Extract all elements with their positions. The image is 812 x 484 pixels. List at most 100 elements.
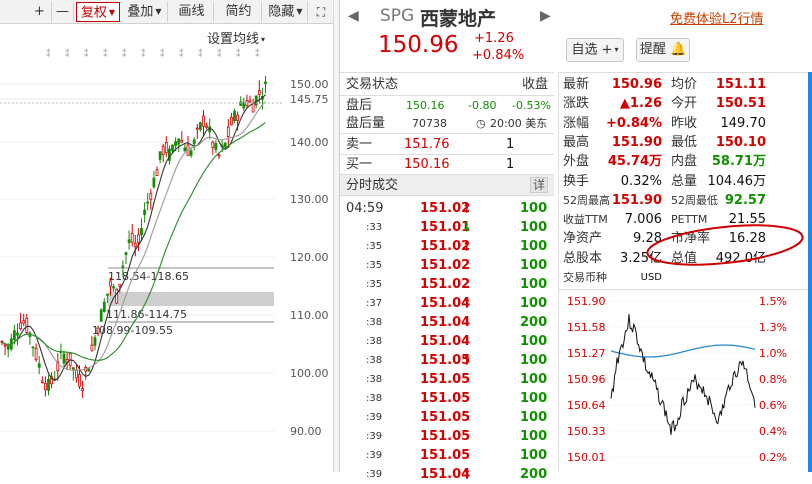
scrollbar[interactable] — [808, 72, 812, 472]
trade-time: :35 — [366, 279, 383, 290]
trade-status-value: 收盘 — [522, 77, 549, 92]
last-price: 150.96 — [378, 32, 459, 58]
price-change: +1.26 — [474, 31, 514, 46]
draw-line-button[interactable]: 画线 — [170, 2, 214, 22]
candle-body — [226, 126, 230, 137]
hide-label: 隐藏 — [268, 4, 295, 20]
candle-body — [174, 141, 178, 147]
trade-price: 151.05 — [420, 429, 471, 444]
next-stock-arrow[interactable]: ▶ — [540, 8, 551, 24]
quote-value: 150.51 — [715, 96, 766, 112]
prev-stock-arrow[interactable]: ◀ — [348, 8, 359, 24]
trade-row: :39 151.04 🠕 200 — [340, 465, 554, 484]
trade-time: :37 — [366, 298, 383, 309]
candle-body — [6, 345, 10, 350]
moving-average-line — [1, 94, 266, 382]
intraday-price-label: 150.64 — [567, 399, 606, 412]
add-watchlist-button[interactable]: 自选 + ▾ — [566, 38, 624, 62]
zoom-in-button[interactable]: + — [28, 2, 52, 22]
candle-body — [161, 145, 165, 155]
trade-time: :39 — [366, 431, 383, 442]
candle-body — [40, 380, 44, 383]
candle-body — [251, 103, 255, 113]
event-marker: ⁑ — [103, 48, 108, 60]
trade-time: :39 — [366, 450, 383, 461]
quote-value: 45.74万 — [607, 154, 662, 170]
intraday-price-label: 150.33 — [567, 425, 606, 438]
arrow-down-icon: 🠗 — [464, 220, 470, 235]
l2-trial-link[interactable]: 免费体验L2行情 — [670, 8, 764, 27]
intraday-price-label: 150.01 — [567, 451, 606, 464]
quote-label: 净资产 — [563, 231, 603, 247]
candle-body — [90, 344, 94, 351]
trades-header: 分时成交 详 — [340, 174, 554, 196]
price-axis-label: 120.00 — [290, 251, 329, 264]
adjust-dropdown[interactable]: 复权 ▼ — [76, 2, 120, 22]
quote-label: PETTM — [671, 213, 708, 227]
candle-body — [152, 177, 156, 188]
quote-label: 内盘 — [671, 154, 698, 170]
arrow-up-icon: 🠕 — [464, 353, 470, 368]
candle-body — [115, 288, 119, 304]
trade-volume: 200 — [520, 467, 548, 482]
bell-icon: 🔔 — [669, 42, 687, 57]
event-marker: ⁑ — [84, 48, 89, 60]
price-axis-label: 150.00 — [290, 78, 329, 91]
trades-detail-button[interactable]: 详 — [530, 177, 548, 193]
quote-value: 3.25亿 — [620, 250, 662, 266]
intraday-pct-label: 0.2% — [759, 451, 787, 464]
candle-body — [112, 286, 115, 289]
candle-body — [149, 193, 153, 200]
price-axis-label: 90.00 — [290, 425, 322, 438]
zoom-out-button[interactable]: — — [52, 2, 74, 22]
alert-label: 提醒 — [639, 42, 666, 57]
clock-icon: ◷ — [476, 117, 486, 130]
candle-body — [205, 125, 209, 128]
candle-body — [62, 353, 66, 364]
candle-body — [136, 234, 140, 243]
after-hours-time: 20:00 美东 — [490, 117, 548, 130]
trade-price: 151.05 — [420, 372, 471, 387]
after-hours-volume: 70738 — [412, 117, 447, 130]
bid1-label: 买一 — [346, 157, 373, 172]
alert-button[interactable]: 提醒 🔔 — [636, 38, 690, 62]
candle-body — [192, 139, 196, 145]
quote-value: 7.006 — [624, 212, 662, 228]
candle-body — [264, 81, 267, 85]
trade-row: :33 151.01 🠗 100 — [340, 218, 554, 237]
price-axis-label: 145.75 — [290, 93, 329, 106]
trade-price: 151.02 — [420, 239, 471, 254]
chevron-down-icon: ▼ — [155, 7, 162, 16]
candle-body — [78, 374, 81, 387]
candle-body — [102, 301, 106, 312]
hide-dropdown[interactable]: 隐藏 ▼ — [264, 2, 308, 22]
arrow-up-icon: 🠕 — [464, 467, 470, 482]
trade-row: :38 151.05 100 — [340, 389, 554, 408]
simple-mode-button[interactable]: 简约 — [216, 2, 262, 22]
trade-time: :38 — [366, 374, 383, 385]
candle-body — [22, 320, 26, 324]
trade-price: 151.02 — [420, 277, 471, 292]
after-hours-change: -0.80 — [468, 99, 497, 112]
trade-time: :38 — [366, 317, 383, 328]
trade-price: 151.05 — [420, 448, 471, 463]
kline-chart[interactable]: 150.00 145.75 140.00 130.00 120.00 110.00 100.… — [0, 40, 334, 472]
candle-body — [195, 127, 199, 130]
event-marker: ⁑ — [217, 48, 222, 60]
expand-icon[interactable]: ⛶ — [310, 2, 332, 22]
candle-body — [31, 346, 35, 349]
band-label: 118.54-118.65 — [108, 270, 189, 283]
intraday-price-label: 150.96 — [567, 373, 606, 386]
trade-volume: 100 — [520, 410, 548, 425]
overlay-dropdown[interactable]: 叠加 ▼ — [122, 2, 168, 22]
intraday-price-line — [610, 314, 756, 435]
candle-body — [223, 142, 227, 148]
trade-volume: 100 — [520, 296, 548, 311]
event-marker: ⁑ — [160, 48, 165, 60]
trade-volume: 100 — [520, 201, 548, 216]
candle-body — [124, 252, 128, 256]
intraday-chart[interactable]: 151.90 1.5% 151.58 1.3% 151.27 1.0% 150.96 0.8%… — [559, 291, 812, 473]
trade-price: 151.05 — [420, 391, 471, 406]
quote-label: 昨收 — [671, 115, 698, 131]
trade-volume: 100 — [520, 372, 548, 387]
